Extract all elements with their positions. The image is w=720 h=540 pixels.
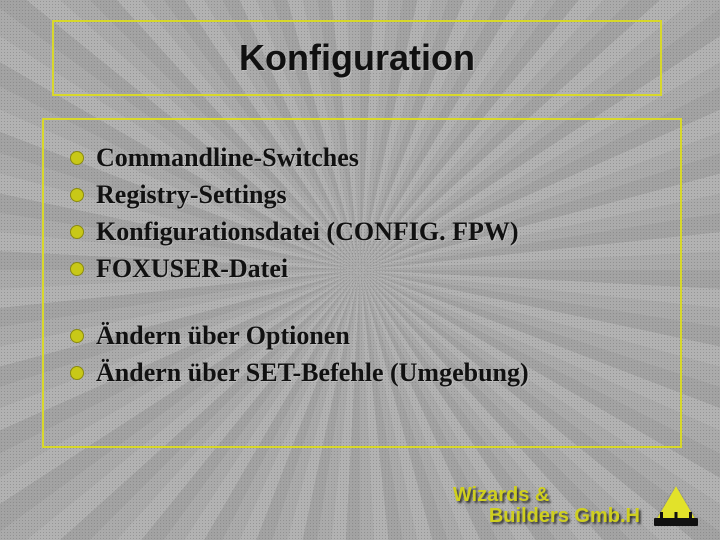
list-item-text: Commandline-Switches bbox=[96, 143, 359, 172]
footer-line2: Builders Gmb.H bbox=[453, 506, 640, 527]
title-container: Konfiguration bbox=[52, 20, 662, 96]
footer-line1: Wizards & bbox=[453, 484, 550, 506]
list-item: Registry-Settings bbox=[66, 177, 658, 212]
bullet-list-2: Ändern über Optionen Ändern über SET-Bef… bbox=[66, 318, 658, 390]
slide-title: Konfiguration bbox=[239, 37, 475, 79]
list-item: Ändern über Optionen bbox=[66, 318, 658, 353]
list-item-text: Ändern über SET-Befehle (Umgebung) bbox=[96, 358, 529, 387]
list-item-text: Registry-Settings bbox=[96, 180, 287, 209]
company-logo-icon bbox=[652, 482, 700, 530]
content-container: Commandline-Switches Registry-Settings K… bbox=[42, 118, 682, 448]
list-item: FOXUSER-Datei bbox=[66, 251, 658, 286]
footer-company: Wizards & Builders Gmb.H bbox=[453, 485, 640, 527]
slide: Konfiguration Commandline-Switches Regis… bbox=[0, 0, 720, 540]
list-spacer bbox=[66, 288, 658, 318]
footer: Wizards & Builders Gmb.H bbox=[453, 482, 700, 530]
list-item-text: Ändern über Optionen bbox=[96, 321, 350, 350]
list-item: Commandline-Switches bbox=[66, 140, 658, 175]
list-item-text: FOXUSER-Datei bbox=[96, 254, 288, 283]
list-item: Konfigurationsdatei (CONFIG. FPW) bbox=[66, 214, 658, 249]
list-item: Ändern über SET-Befehle (Umgebung) bbox=[66, 355, 658, 390]
list-item-text: Konfigurationsdatei (CONFIG. FPW) bbox=[96, 217, 519, 246]
bullet-list-1: Commandline-Switches Registry-Settings K… bbox=[66, 140, 658, 286]
